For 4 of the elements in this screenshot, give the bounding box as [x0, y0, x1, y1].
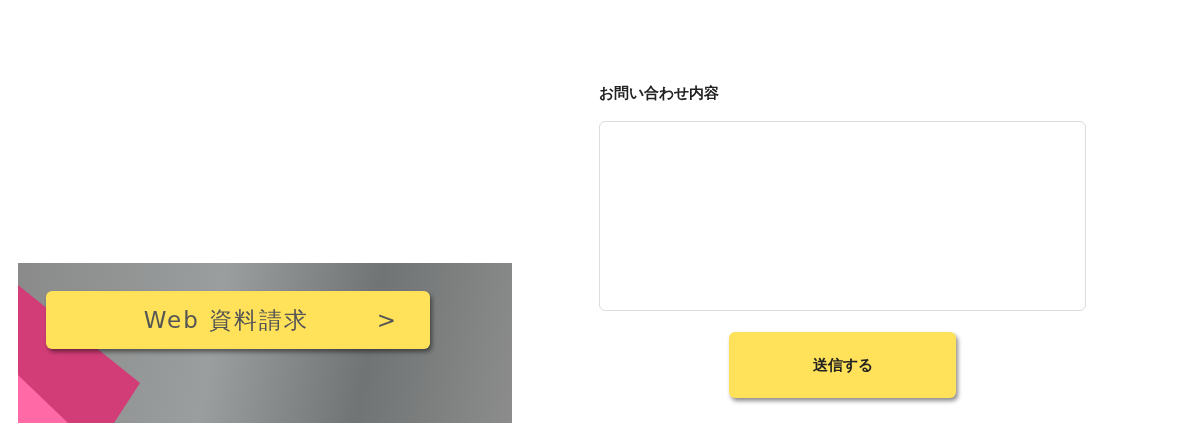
field-label: お問い合わせ内容	[599, 83, 720, 104]
message-field[interactable]	[599, 121, 1086, 311]
submit-button[interactable]: 送信する	[729, 332, 956, 398]
document-request-button[interactable]: Web 資料請求 >	[46, 291, 430, 349]
